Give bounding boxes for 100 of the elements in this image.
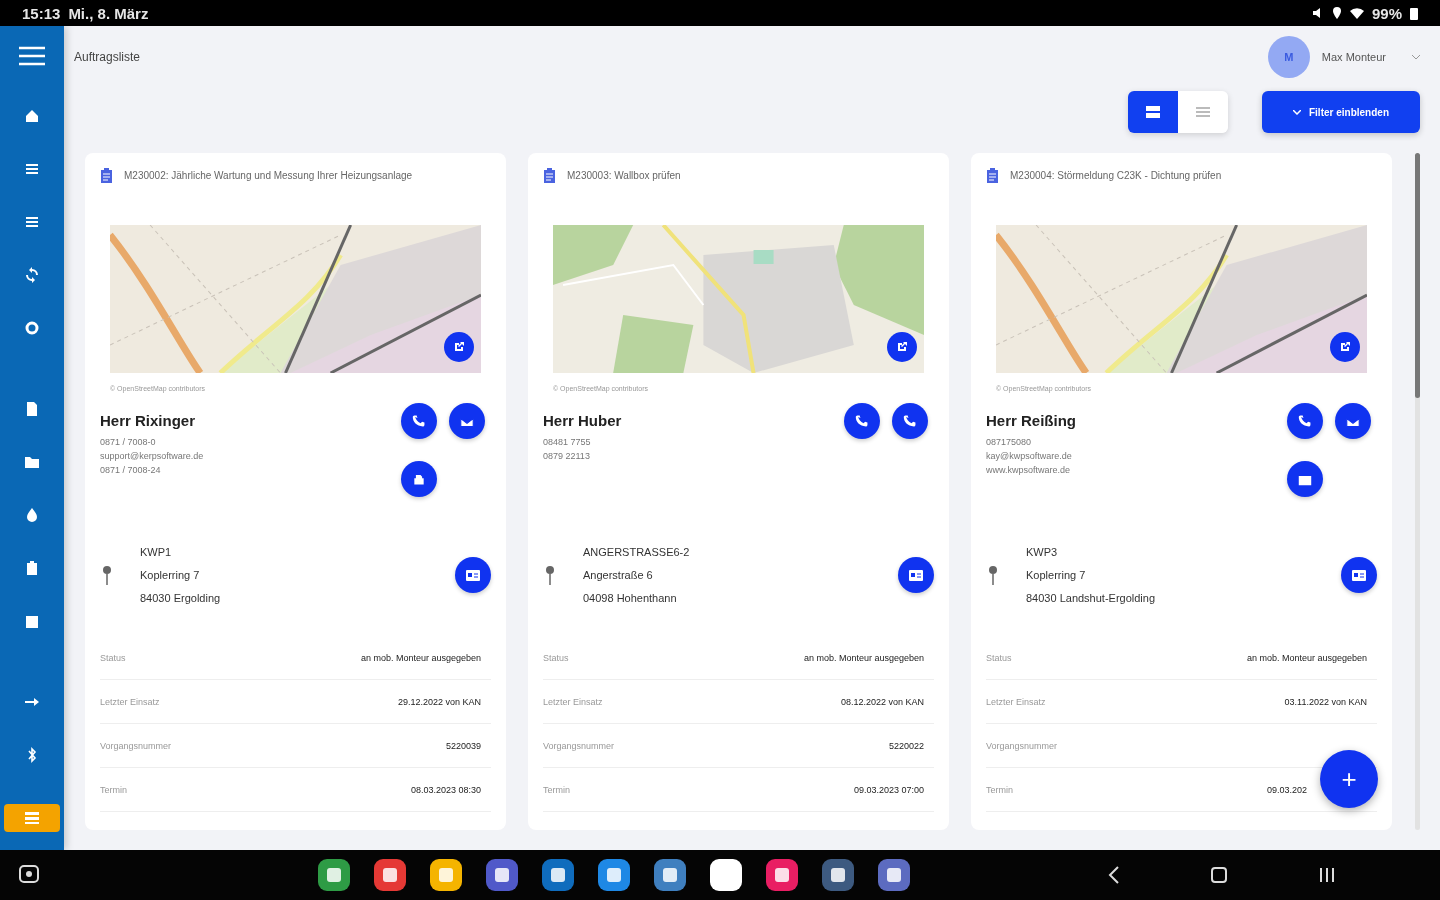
back-icon[interactable] <box>1108 866 1120 884</box>
id-card-icon <box>909 569 923 581</box>
contact-name: Herr Reißing <box>986 412 1076 429</box>
clock: 15:13 <box>22 4 61 22</box>
fax-button[interactable] <box>401 461 437 497</box>
contact-detail: 087175080 <box>986 436 1033 449</box>
contact-detail: kay@kwpsoftware.de <box>986 450 1073 463</box>
wifi-icon <box>1349 7 1364 19</box>
home-icon[interactable] <box>1210 866 1228 884</box>
detail-label: Status <box>986 652 1012 663</box>
id-card-icon <box>1352 569 1366 581</box>
phone-icon <box>903 414 917 428</box>
phone-button[interactable] <box>892 403 928 439</box>
detail-value: 09.03.202 <box>1266 784 1307 795</box>
detail-label: Status <box>543 652 569 663</box>
stack-icon <box>25 812 39 824</box>
contact-card-button[interactable] <box>898 557 934 593</box>
web-button[interactable] <box>1287 461 1323 497</box>
phone-button[interactable] <box>844 403 880 439</box>
contact-card-button[interactable] <box>455 557 491 593</box>
phone-icon <box>855 414 869 428</box>
list-icon <box>1196 106 1210 118</box>
detail-label: Status <box>100 652 126 663</box>
app-icon[interactable] <box>541 858 575 892</box>
phone-button[interactable] <box>401 403 437 439</box>
detail-label: Vorgangsnummer <box>543 740 615 751</box>
page-title: Auftragsliste <box>74 50 141 64</box>
chevron-down-icon <box>1293 109 1301 115</box>
detail-label: Vorgangsnummer <box>986 740 1058 751</box>
mail-button[interactable] <box>1335 403 1371 439</box>
mail-button[interactable] <box>449 403 485 439</box>
cal-icon[interactable] <box>24 613 40 629</box>
clipboard-icon <box>100 167 113 183</box>
pin-icon <box>102 565 112 585</box>
detail-value: 03.11.2022 von KAN <box>1284 696 1367 707</box>
doc-icon[interactable] <box>24 401 40 417</box>
contact-name: Herr Huber <box>543 412 622 429</box>
app-icon[interactable] <box>653 858 687 892</box>
clipboard-icon <box>543 167 556 183</box>
settings-icon[interactable] <box>24 320 40 336</box>
detail-value: 5220022 <box>888 740 924 751</box>
address-line: Koplerring 7 <box>140 569 201 581</box>
address-line: 84030 Ergolding <box>140 592 222 604</box>
detail-value: 29.12.2022 von KAN <box>397 696 481 707</box>
drop-icon[interactable] <box>24 507 40 523</box>
app-icon[interactable] <box>373 858 407 892</box>
clipboard-icon <box>986 167 999 183</box>
scrollbar[interactable] <box>1415 153 1420 830</box>
address-line: Koplerring 7 <box>1026 569 1087 581</box>
order-title: M230004: Störmeldung C23K - Dichtung prüfen <box>1010 169 1222 181</box>
location-icon <box>1331 7 1342 19</box>
detail-value: 09.03.2023 07:00 <box>853 784 924 795</box>
id-card-icon <box>466 569 480 581</box>
app-icon[interactable] <box>597 858 631 892</box>
app-icon[interactable] <box>485 858 519 892</box>
app-icon[interactable] <box>765 858 799 892</box>
app-icon[interactable] <box>429 858 463 892</box>
recents-icon[interactable] <box>1318 867 1336 883</box>
app-icon[interactable] <box>317 858 351 892</box>
app-icon[interactable] <box>709 858 743 892</box>
order-title: M230003: Wallbox prüfen <box>567 169 681 181</box>
detail-label: Vorgangsnummer <box>100 740 172 751</box>
card-view-button[interactable] <box>1128 91 1178 133</box>
contact-detail: 0871 / 7008-24 <box>100 464 162 477</box>
external-link-icon <box>1339 341 1351 353</box>
contact-name: Herr Rixinger <box>100 412 197 429</box>
phone-button[interactable] <box>1287 403 1323 439</box>
detail-value: an mob. Monteur ausgegeben <box>1246 652 1367 663</box>
address-line: ANGERSTRASSE6-2 <box>583 546 691 558</box>
address-line: 04098 Hohenthann <box>583 592 678 604</box>
app-icon[interactable] <box>877 858 911 892</box>
detail-value: an mob. Monteur ausgegeben <box>803 652 924 663</box>
pin-icon <box>545 565 555 585</box>
external-link-icon <box>453 341 465 353</box>
chevron-down-icon <box>1412 54 1420 60</box>
contact-card-button[interactable] <box>1341 557 1377 593</box>
detail-value: 08.03.2023 08:30 <box>410 784 481 795</box>
sync-icon[interactable] <box>24 267 40 283</box>
contact-detail: www.kwpsoftware.de <box>986 464 1072 477</box>
clip-icon[interactable] <box>24 560 40 576</box>
detail-value: 5220039 <box>445 740 481 751</box>
menu-icon[interactable] <box>19 46 45 66</box>
user-menu[interactable]: M Max Monteur <box>1267 36 1420 78</box>
checklist-icon[interactable] <box>24 214 40 230</box>
avatar: M <box>1267 36 1310 78</box>
app-icon[interactable] <box>821 858 855 892</box>
list-icon[interactable] <box>24 161 40 177</box>
detail-label: Letzter Einsatz <box>986 696 1046 707</box>
external-link-icon <box>896 341 908 353</box>
screenshot-icon[interactable] <box>18 864 40 886</box>
detail-value: 08.12.2022 von KAN <box>840 696 924 707</box>
filter-button[interactable]: Filter einblenden <box>1262 91 1420 133</box>
folder-icon[interactable] <box>24 454 40 470</box>
cards-icon <box>1146 106 1160 118</box>
address-line: KWP1 <box>140 546 173 558</box>
date: Mi., 8. März <box>68 4 149 22</box>
pin-icon <box>988 565 998 585</box>
detail-label: Termin <box>543 784 570 795</box>
address-line: 84030 Landshut-Ergolding <box>1026 592 1157 604</box>
address-line: KWP3 <box>1026 546 1059 558</box>
